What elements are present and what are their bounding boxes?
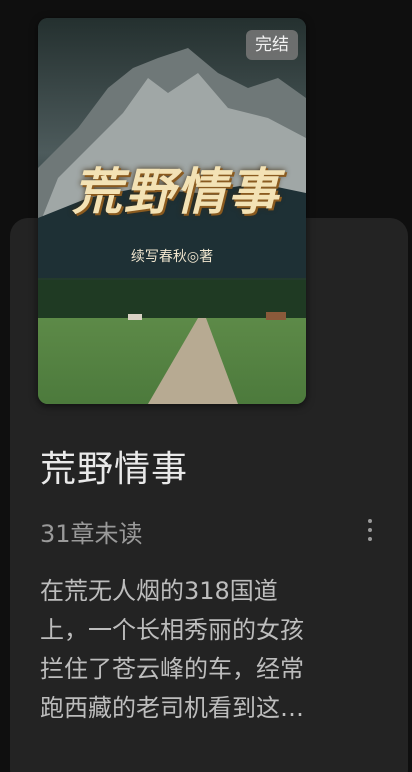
book-cover[interactable]: 完结 荒野情事 续写春秋◎著 (38, 18, 306, 404)
book-description: 在荒无人烟的318国道 上，一个长相秀丽的女孩 拦住了苍云峰的车，经常 跑西藏的… (40, 577, 304, 722)
cover-author: 续写春秋◎著 (130, 249, 214, 265)
screen: 完结 荒野情事 续写春秋◎著 荒野情事 31章未读 在荒无人烟的318国道 上，… (0, 0, 412, 772)
more-vertical-icon[interactable] (356, 512, 384, 548)
unread-chapters: 31章未读 (40, 520, 143, 548)
more-dot (368, 519, 372, 523)
more-dot (368, 528, 372, 532)
more-dot (368, 537, 372, 541)
completed-badge: 完结 (246, 30, 298, 60)
cover-title: 荒野情事 (72, 162, 280, 221)
book-title[interactable]: 荒野情事 (40, 440, 188, 492)
